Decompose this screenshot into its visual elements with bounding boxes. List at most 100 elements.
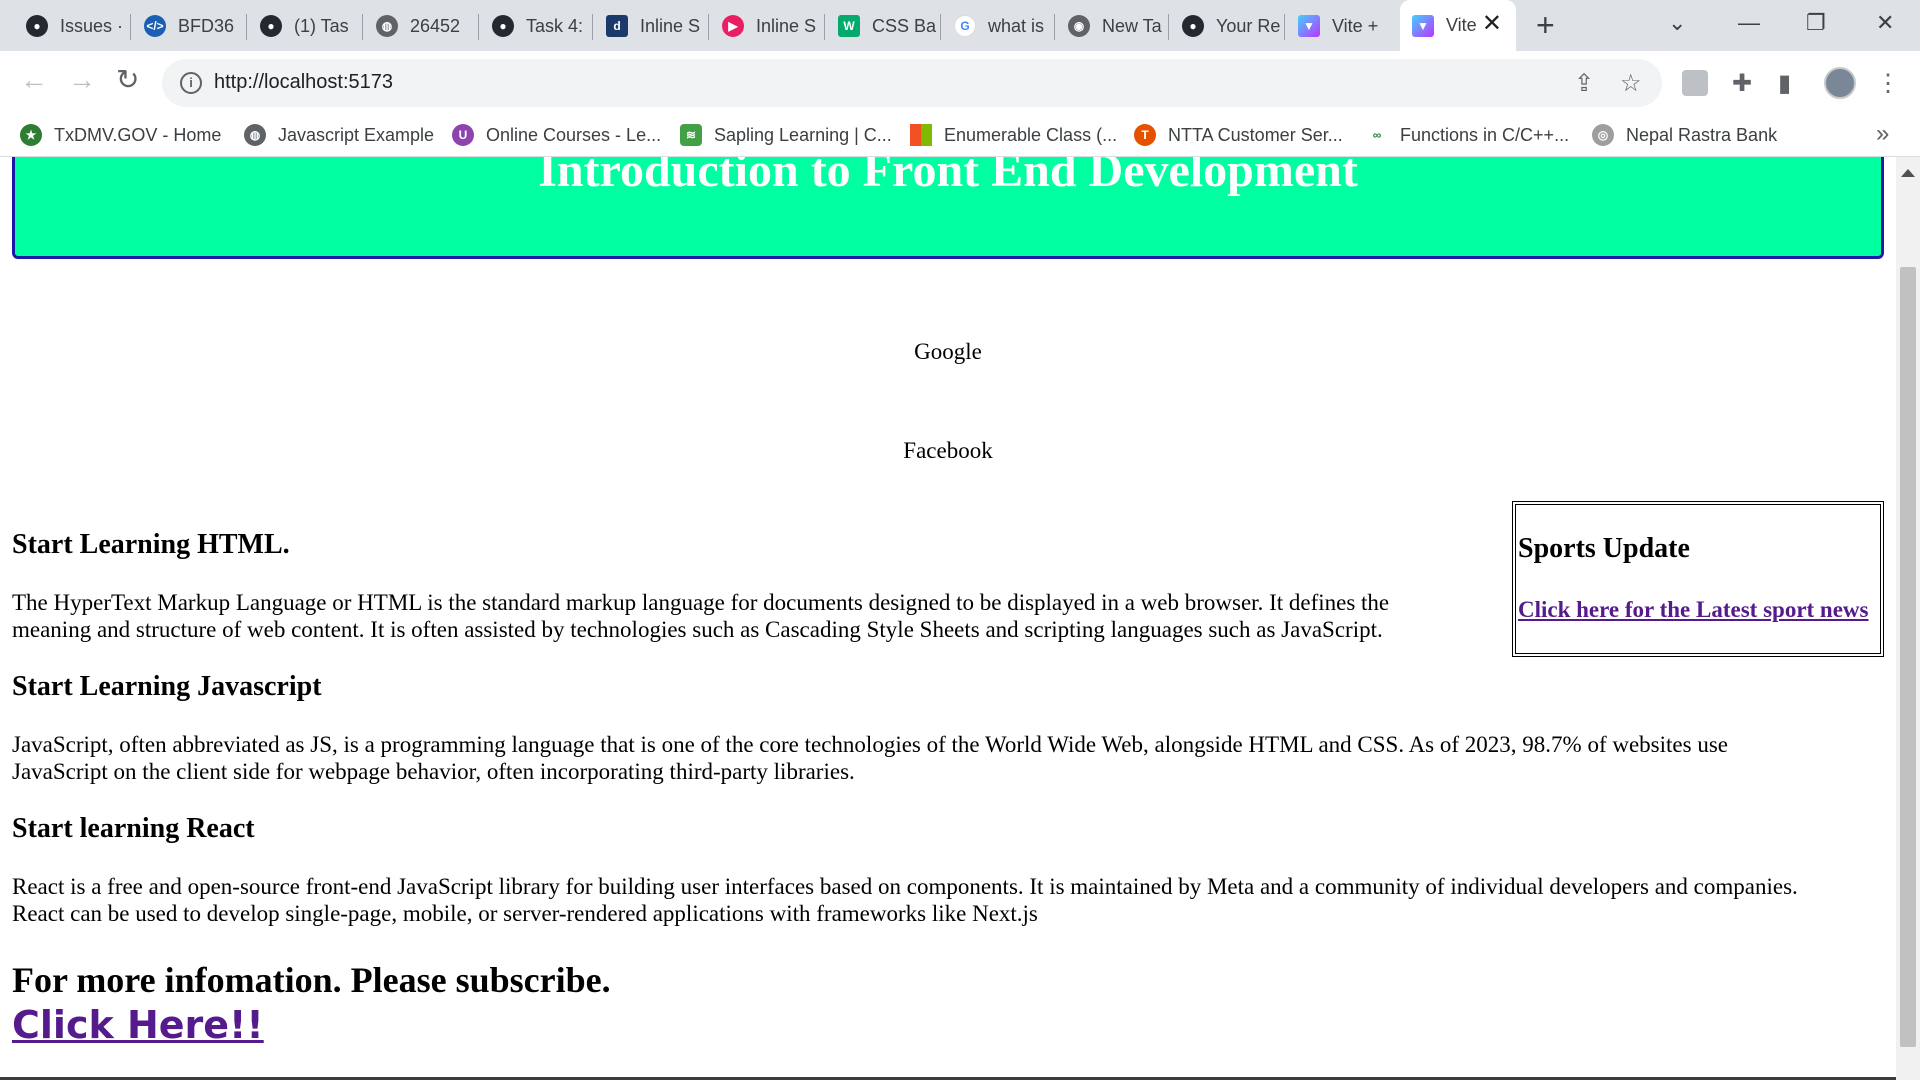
tab-title: New Ta [1102,15,1162,36]
tab-separator [824,14,825,40]
bookmark-item[interactable]: U Online Courses - Le... [452,122,661,148]
paragraph-line: React is a free and open-source front-en… [12,874,1798,899]
header-banner: Introduction to Front End Development [12,157,1884,259]
paragraph-line: JavaScript, often abbreviated as JS, is … [12,732,1728,757]
browser-tab[interactable]: ● (1) Tas [248,8,362,44]
tab-title: Task 4: [526,15,584,36]
puzzle-icon[interactable]: ✚ [1732,69,1752,98]
browser-toolbar: ← → ↻ i http://localhost:5173 ⇪ ☆ ✚ ▮ ⋮ [0,51,1920,114]
menu-icon[interactable]: ⋮ [1876,69,1900,98]
globe-icon: ◍ [244,124,266,146]
section-body-html: The HyperText Markup Language or HTML is… [12,589,1389,643]
tab-strip: ● Issues · </> BFD36 ● (1) Tas ◍ 26452 ●… [0,0,1920,51]
course-icon: U [452,124,474,146]
bookmarks-bar: ★ TxDMV.GOV - Home ◍ Javascript Example … [0,114,1920,157]
forward-arrow-icon[interactable]: → [68,65,96,95]
browser-tab[interactable]: ● Issues · [14,8,132,44]
tab-separator [130,14,131,40]
tab-title: 26452 [410,15,461,36]
tab-separator [1054,14,1055,40]
sports-news-link[interactable]: Click here for the Latest sport news [1518,597,1869,623]
tab-title: Inline S [756,15,817,36]
tab-separator [1284,14,1285,40]
code-icon: </> [144,15,166,37]
window-close-icon[interactable]: ✕ [1876,10,1894,36]
browser-tab[interactable]: </> BFD36 [132,8,246,44]
bookmark-label: Functions in C/C++... [1400,124,1570,145]
section-heading-javascript: Start Learning Javascript [12,671,322,702]
github-icon: ● [1182,15,1204,37]
tab-title: Vite + [1332,15,1379,36]
subscribe-heading: For more infomation. Please subscribe. [12,960,611,1000]
w3schools-icon: W [838,15,860,37]
browser-tab[interactable]: ◍ 26452 [364,8,478,44]
bookmark-item[interactable]: ∞ Functions in C/C++... [1366,122,1569,148]
tab-title: (1) Tas [294,15,349,36]
browser-tab[interactable]: ● Task 4: [480,8,592,44]
avatar[interactable] [1824,67,1856,99]
microsoft-icon [910,124,932,146]
browser-tab[interactable]: G what is [942,8,1054,44]
minimize-icon[interactable]: — [1738,10,1760,36]
section-body-javascript: JavaScript, often abbreviated as JS, is … [12,731,1728,785]
section-heading-html: Start Learning HTML. [12,529,290,560]
document-icon: d [606,15,628,37]
bookmark-label: Sapling Learning | C... [714,124,892,145]
browser-tab[interactable]: ▼ Vite + [1286,8,1400,44]
bookmark-item[interactable]: ★ TxDMV.GOV - Home [20,122,221,148]
address-bar[interactable]: i http://localhost:5173 ⇪ ☆ [162,59,1662,107]
bookmark-item[interactable]: Enumerable Class (... [910,122,1117,148]
active-browser-tab[interactable]: ▼ Vite ✕ [1400,0,1516,51]
chrome-icon: ◉ [1068,15,1090,37]
restore-icon[interactable]: ❐ [1806,10,1826,36]
browser-tab[interactable]: W CSS Ba [826,8,940,44]
globe-icon: ◍ [376,15,398,37]
paragraph-line: meaning and structure of web content. It… [12,617,1383,642]
close-icon[interactable]: ✕ [1482,12,1502,36]
url-text[interactable]: http://localhost:5173 [214,71,393,94]
browser-tab[interactable]: ● Your Re [1170,8,1284,44]
ntta-icon: T [1134,124,1156,146]
tab-title: what is [988,15,1045,36]
tab-title: CSS Ba [872,15,937,36]
bookmark-item[interactable]: ≋ Sapling Learning | C... [680,122,892,148]
sports-update-box: Sports Update Click here for the Latest … [1512,501,1884,657]
bookmark-label: Online Courses - Le... [486,124,662,145]
tab-title: Issues · [60,15,124,36]
chevron-right-icon[interactable]: » [1876,120,1889,148]
bookmark-item[interactable]: T NTTA Customer Ser... [1134,122,1343,148]
side-panel-icon[interactable]: ▮ [1778,69,1791,98]
subscribe-link[interactable]: Click Here!! [12,1003,264,1047]
bookmark-star-icon[interactable]: ☆ [1620,69,1642,98]
share-icon[interactable]: ⇪ [1574,69,1594,98]
info-icon[interactable]: i [180,72,202,94]
browser-tab[interactable]: ▶ Inline S [710,8,824,44]
tab-separator [1168,14,1169,40]
bookmark-item[interactable]: ◍ Javascript Example [244,122,434,148]
tab-search-icon[interactable]: ⌄ [1668,10,1686,36]
extension-icon[interactable] [1682,70,1708,96]
bookmark-label: Nepal Rastra Bank [1626,124,1778,145]
github-icon: ● [26,15,48,37]
facebook-link[interactable]: Facebook [0,438,1896,464]
scroll-up-arrow-icon[interactable] [1901,169,1915,177]
tab-title: Vite [1446,15,1477,35]
vite-icon: ▼ [1412,14,1434,37]
bookmark-label: NTTA Customer Ser... [1168,124,1343,145]
back-arrow-icon[interactable]: ← [20,65,48,95]
browser-tab[interactable]: d Inline S [594,8,708,44]
tab-title: BFD36 [178,15,235,36]
scroll-thumb[interactable] [1900,267,1916,1047]
github-icon: ● [492,15,514,37]
paragraph-line: The HyperText Markup Language or HTML is… [12,590,1390,615]
vertical-scrollbar[interactable] [1896,157,1920,1080]
geeksforgeeks-icon: ∞ [1366,124,1388,146]
page-viewport: Introduction to Front End Development Go… [0,157,1896,1080]
new-tab-button[interactable]: + [1536,9,1555,41]
bookmark-item[interactable]: ◎ Nepal Rastra Bank [1592,122,1777,148]
play-icon: ▶ [722,15,744,37]
reload-icon[interactable]: ↻ [116,65,139,95]
sapling-icon: ≋ [680,124,702,146]
browser-tab[interactable]: ◉ New Ta [1056,8,1168,44]
google-link[interactable]: Google [0,339,1896,365]
